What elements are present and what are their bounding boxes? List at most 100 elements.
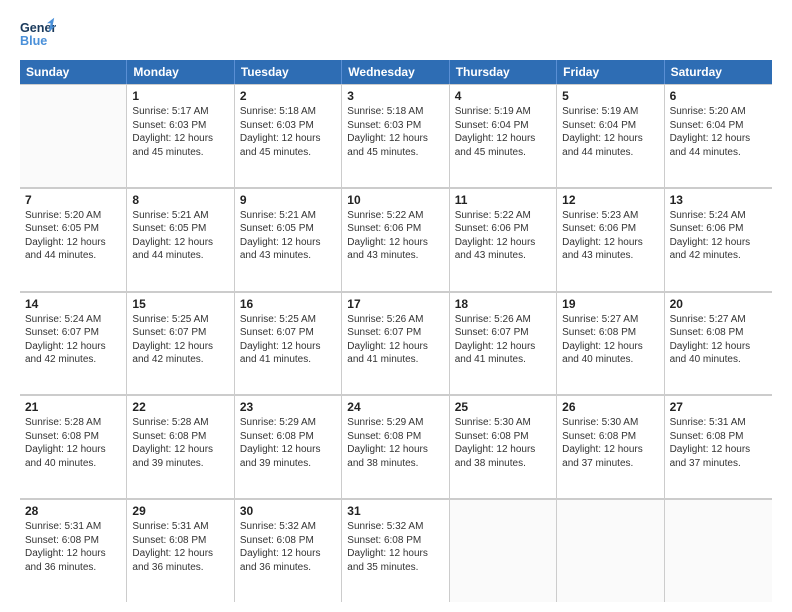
day-info: Sunrise: 5:18 AM Sunset: 6:03 PM Dayligh…	[347, 105, 443, 159]
day-number: 7	[25, 193, 121, 207]
day-number: 26	[562, 400, 658, 414]
day-number: 5	[562, 89, 658, 103]
day-number: 11	[455, 193, 551, 207]
day-info: Sunrise: 5:31 AM Sunset: 6:08 PM Dayligh…	[670, 416, 767, 470]
day-info: Sunrise: 5:32 AM Sunset: 6:08 PM Dayligh…	[347, 520, 443, 574]
day-number: 17	[347, 297, 443, 311]
cal-cell: 16 Sunrise: 5:25 AM Sunset: 6:07 PM Dayli…	[235, 292, 342, 395]
day-number: 4	[455, 89, 551, 103]
header: General Blue	[20, 16, 772, 52]
day-info: Sunrise: 5:17 AM Sunset: 6:03 PM Dayligh…	[132, 105, 228, 159]
cal-cell	[665, 499, 772, 602]
header-day-sunday: Sunday	[20, 60, 127, 84]
cal-cell: 9 Sunrise: 5:21 AM Sunset: 6:05 PM Daylig…	[235, 188, 342, 291]
day-number: 10	[347, 193, 443, 207]
cal-cell: 1Sunrise: 5:17 AM Sunset: 6:03 PM Daylig…	[127, 84, 234, 187]
day-number: 2	[240, 89, 336, 103]
day-number: 28	[25, 504, 121, 518]
day-info: Sunrise: 5:31 AM Sunset: 6:08 PM Dayligh…	[132, 520, 228, 574]
cal-cell: 10 Sunrise: 5:22 AM Sunset: 6:06 PM Dayli…	[342, 188, 449, 291]
cal-cell: 3 Sunrise: 5:18 AM Sunset: 6:03 PM Daylig…	[342, 84, 449, 187]
week-row-4: 21 Sunrise: 5:28 AM Sunset: 6:08 PM Dayli…	[20, 395, 772, 499]
cal-cell: 4 Sunrise: 5:19 AM Sunset: 6:04 PM Daylig…	[450, 84, 557, 187]
day-info: Sunrise: 5:29 AM Sunset: 6:08 PM Dayligh…	[240, 416, 336, 470]
header-day-wednesday: Wednesday	[342, 60, 449, 84]
day-info: Sunrise: 5:28 AM Sunset: 6:08 PM Dayligh…	[25, 416, 121, 470]
svg-text:Blue: Blue	[20, 34, 47, 48]
day-info: Sunrise: 5:24 AM Sunset: 6:07 PM Dayligh…	[25, 313, 121, 367]
cal-cell: 2 Sunrise: 5:18 AM Sunset: 6:03 PM Daylig…	[235, 84, 342, 187]
day-number: 27	[670, 400, 767, 414]
day-number: 31	[347, 504, 443, 518]
day-number: 18	[455, 297, 551, 311]
day-number: 19	[562, 297, 658, 311]
day-number: 30	[240, 504, 336, 518]
day-number: 13	[670, 193, 767, 207]
day-info: Sunrise: 5:26 AM Sunset: 6:07 PM Dayligh…	[455, 313, 551, 367]
page: General Blue SundayMondayTuesdayWednesda…	[0, 0, 792, 612]
day-number: 14	[25, 297, 121, 311]
cal-cell: 29 Sunrise: 5:31 AM Sunset: 6:08 PM Dayli…	[127, 499, 234, 602]
day-number: 3	[347, 89, 443, 103]
day-info: Sunrise: 5:32 AM Sunset: 6:08 PM Dayligh…	[240, 520, 336, 574]
day-info: Sunrise: 5:29 AM Sunset: 6:08 PM Dayligh…	[347, 416, 443, 470]
day-number: 23	[240, 400, 336, 414]
cal-cell	[20, 84, 127, 187]
cal-cell: 6 Sunrise: 5:20 AM Sunset: 6:04 PM Daylig…	[665, 84, 772, 187]
day-info: Sunrise: 5:23 AM Sunset: 6:06 PM Dayligh…	[562, 209, 658, 263]
day-number: 8	[132, 193, 228, 207]
cal-cell: 5Sunrise: 5:19 AM Sunset: 6:04 PM Daylig…	[557, 84, 664, 187]
day-number: 9	[240, 193, 336, 207]
day-info: Sunrise: 5:22 AM Sunset: 6:06 PM Dayligh…	[347, 209, 443, 263]
header-day-monday: Monday	[127, 60, 234, 84]
day-number: 16	[240, 297, 336, 311]
header-day-tuesday: Tuesday	[235, 60, 342, 84]
cal-cell: 21 Sunrise: 5:28 AM Sunset: 6:08 PM Dayli…	[20, 395, 127, 498]
day-number: 6	[670, 89, 767, 103]
day-info: Sunrise: 5:20 AM Sunset: 6:04 PM Dayligh…	[670, 105, 767, 159]
day-info: Sunrise: 5:31 AM Sunset: 6:08 PM Dayligh…	[25, 520, 121, 574]
day-number: 29	[132, 504, 228, 518]
day-info: Sunrise: 5:18 AM Sunset: 6:03 PM Dayligh…	[240, 105, 336, 159]
day-number: 12	[562, 193, 658, 207]
week-row-1: 1Sunrise: 5:17 AM Sunset: 6:03 PM Daylig…	[20, 84, 772, 188]
header-day-friday: Friday	[557, 60, 664, 84]
day-number: 22	[132, 400, 228, 414]
logo-icon: General Blue	[20, 16, 56, 52]
day-info: Sunrise: 5:19 AM Sunset: 6:04 PM Dayligh…	[455, 105, 551, 159]
day-info: Sunrise: 5:27 AM Sunset: 6:08 PM Dayligh…	[670, 313, 767, 367]
cal-cell: 22 Sunrise: 5:28 AM Sunset: 6:08 PM Dayli…	[127, 395, 234, 498]
cal-cell: 14 Sunrise: 5:24 AM Sunset: 6:07 PM Dayli…	[20, 292, 127, 395]
cal-cell: 17 Sunrise: 5:26 AM Sunset: 6:07 PM Dayli…	[342, 292, 449, 395]
day-info: Sunrise: 5:21 AM Sunset: 6:05 PM Dayligh…	[240, 209, 336, 263]
day-info: Sunrise: 5:24 AM Sunset: 6:06 PM Dayligh…	[670, 209, 767, 263]
day-info: Sunrise: 5:21 AM Sunset: 6:05 PM Dayligh…	[132, 209, 228, 263]
cal-cell	[557, 499, 664, 602]
cal-cell: 7 Sunrise: 5:20 AM Sunset: 6:05 PM Daylig…	[20, 188, 127, 291]
header-day-saturday: Saturday	[665, 60, 772, 84]
cal-cell: 26Sunrise: 5:30 AM Sunset: 6:08 PM Dayli…	[557, 395, 664, 498]
day-number: 24	[347, 400, 443, 414]
cal-cell: 8 Sunrise: 5:21 AM Sunset: 6:05 PM Daylig…	[127, 188, 234, 291]
cal-cell: 13 Sunrise: 5:24 AM Sunset: 6:06 PM Dayli…	[665, 188, 772, 291]
day-info: Sunrise: 5:28 AM Sunset: 6:08 PM Dayligh…	[132, 416, 228, 470]
cal-cell: 18 Sunrise: 5:26 AM Sunset: 6:07 PM Dayli…	[450, 292, 557, 395]
cal-cell	[450, 499, 557, 602]
day-info: Sunrise: 5:20 AM Sunset: 6:05 PM Dayligh…	[25, 209, 121, 263]
cal-cell: 15Sunrise: 5:25 AM Sunset: 6:07 PM Dayli…	[127, 292, 234, 395]
day-info: Sunrise: 5:22 AM Sunset: 6:06 PM Dayligh…	[455, 209, 551, 263]
cal-cell: 19 Sunrise: 5:27 AM Sunset: 6:08 PM Dayli…	[557, 292, 664, 395]
day-info: Sunrise: 5:27 AM Sunset: 6:08 PM Dayligh…	[562, 313, 658, 367]
calendar: SundayMondayTuesdayWednesdayThursdayFrid…	[20, 60, 772, 602]
week-row-3: 14 Sunrise: 5:24 AM Sunset: 6:07 PM Dayli…	[20, 292, 772, 396]
day-info: Sunrise: 5:25 AM Sunset: 6:07 PM Dayligh…	[240, 313, 336, 367]
day-number: 20	[670, 297, 767, 311]
cal-cell: 24 Sunrise: 5:29 AM Sunset: 6:08 PM Dayli…	[342, 395, 449, 498]
calendar-header: SundayMondayTuesdayWednesdayThursdayFrid…	[20, 60, 772, 84]
day-number: 21	[25, 400, 121, 414]
day-info: Sunrise: 5:26 AM Sunset: 6:07 PM Dayligh…	[347, 313, 443, 367]
cal-cell: 28 Sunrise: 5:31 AM Sunset: 6:08 PM Dayli…	[20, 499, 127, 602]
day-number: 25	[455, 400, 551, 414]
cal-cell: 25Sunrise: 5:30 AM Sunset: 6:08 PM Dayli…	[450, 395, 557, 498]
cal-cell: 12 Sunrise: 5:23 AM Sunset: 6:06 PM Dayli…	[557, 188, 664, 291]
